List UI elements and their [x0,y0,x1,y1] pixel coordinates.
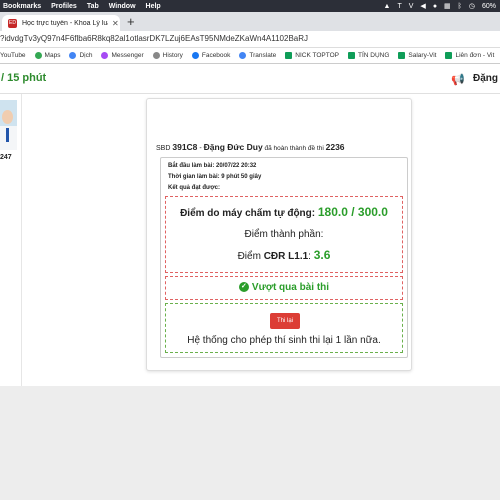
menu-help[interactable]: Help [146,3,161,10]
browser-tab[interactable]: ED Học trực tuyến - Khoa Lý luận ✕ [2,15,120,31]
megaphone-icon[interactable]: 📢 [451,73,465,86]
menu-bookmarks[interactable]: Bookmarks [3,3,41,10]
bookmark-label: Maps [44,52,61,59]
messenger-icon [101,52,109,59]
bookmark-salary-vit[interactable]: Salary-Vit [398,52,436,59]
address-bar[interactable]: ?idvdgTv3yQ97n4F6flba6R8kq82al1otlasrDK7… [0,31,500,48]
bookmark-youtube[interactable]: YouTube [0,52,26,59]
auto-score-value: 180.0 / 300.0 [317,205,388,219]
cdr-score-value: 3.6 [313,248,331,262]
sbd-label: SBD [156,145,171,152]
avatar [0,100,17,150]
bookmark-history[interactable]: History [152,52,183,59]
pass-text: Vượt qua bài thi [251,282,330,293]
bookmark-lien-don[interactable]: Liên đơn - Vit [445,52,494,59]
duration: Thời gian làm bài: 9 phút 50 giây [168,174,262,180]
sbd-value: 391C8 [172,142,198,152]
sheet-icon [347,52,355,59]
bookmark-messenger[interactable]: Messenger [101,52,144,59]
bookmark-facebook[interactable]: Facebook [191,52,231,59]
bookmark-label: NICK TOPTOP [295,52,339,59]
menu-tab[interactable]: Tab [87,3,99,10]
score-box: Điểm do máy chấm tự động: 180.0 / 300.0 … [165,196,403,273]
record-icon[interactable]: ● [433,3,437,10]
bookmarks-bar: YouTube Maps Dịch Messenger History Face… [0,48,500,64]
result-details: Bắt đầu làm bài: 20/07/22 20:32 Thời gia… [160,157,408,358]
bookmark-label: YouTube [0,52,26,59]
url-text[interactable]: ?idvdgTv3yQ97n4F6flba6R8kq82al1otlasrDK7… [0,34,308,43]
bookmark-dich[interactable]: Dịch [69,52,92,59]
browser-tabstrip: ED Học trực tuyến - Khoa Lý luận ✕ + [0,12,500,31]
check-circle-icon: ✓ [238,282,249,293]
text-icon[interactable]: T [397,3,401,10]
completed-text: đã hoàn thành đề thi [262,145,326,152]
cdr-label: CĐR L1.1 [263,251,309,262]
keyboard-icon[interactable]: ▦ [444,2,451,10]
macos-menubar: Bookmarks Profiles Tab Window Help ▲ T V… [0,0,500,12]
auto-score-label: Điểm do máy chấm tự động: [180,208,318,219]
bookmark-label: Translate [249,52,277,59]
vlc-icon[interactable]: ▲ [384,3,391,10]
bookmark-label: Messenger [111,52,144,59]
student-name: Đặng Đức Duy [203,142,263,152]
clock-icon[interactable]: ◷ [469,2,475,10]
pass-status: ✓ Vượt qua bài thi [165,276,403,300]
start-time: Bắt đầu làm bài: 20/07/22 20:32 [168,163,257,169]
bookmark-label: Salary-Vit [408,52,437,59]
cdr-score-line: Điểm CĐR L1.1: 3.6 [166,248,402,262]
sheet-icon [398,52,406,59]
bookmark-label: TÍN DỤNG [357,52,390,59]
main-content: 247 SBD 391C8 - Đặng Đức Duy đã hoàn thà… [0,94,500,386]
menu-window[interactable]: Window [109,3,136,10]
bookmark-label: History [162,52,183,59]
battery-percent[interactable]: 60% [482,3,496,10]
exam-timer: / 15 phút [1,72,47,84]
student-id: 247 [0,154,12,161]
retry-box: Thi lại Hệ thống cho phép thí sinh thi l… [165,303,403,353]
results-label: Kết quả đạt được: [168,185,220,191]
bookmark-translate[interactable]: Translate [239,52,276,59]
retry-message: Hệ thống cho phép thí sinh thi lại 1 lần… [187,335,381,346]
maps-icon [34,52,42,59]
v-icon[interactable]: V [409,3,414,10]
retry-button[interactable]: Thi lại [270,313,300,329]
site-favicon-icon: ED [8,18,17,28]
history-icon [152,52,160,59]
sheet-icon [285,52,293,59]
bluetooth-icon[interactable]: ᛒ [458,3,462,10]
new-tab-icon[interactable]: + [127,14,135,29]
menubar-status: ▲ T V ◀ ● ▦ ᛒ ◷ 60% [384,0,496,12]
bookmark-label: Liên đơn - Vit [455,52,495,59]
menu-profiles[interactable]: Profiles [51,3,77,10]
bookmark-nick-toptop[interactable]: NICK TOPTOP [285,52,339,59]
sheet-icon [445,52,453,59]
exam-id: 2236 [325,142,345,152]
bookmark-label: Dịch [79,52,93,59]
page-footer-area [0,386,500,500]
component-label: Điểm thành phần: [244,229,324,240]
tab-title: Học trực tuyến - Khoa Lý luận [22,19,108,27]
cdr-prefix: Điểm [237,251,264,262]
bookmark-maps[interactable]: Maps [34,52,61,59]
volume-icon[interactable]: ◀ [420,2,425,10]
bookmark-tin-dung[interactable]: TÍN DỤNG [347,52,390,59]
result-title: SBD 391C8 - Đặng Đức Duy đã hoàn thành đ… [156,142,345,152]
page-header: / 15 phút 📢 Đặng Đ [0,64,500,94]
sidebar: 247 [0,94,22,386]
user-name[interactable]: Đặng Đ [473,73,500,84]
result-card: SBD 391C8 - Đặng Đức Duy đã hoàn thành đ… [146,98,412,371]
auto-score-line: Điểm do máy chấm tự động: 180.0 / 300.0 [166,205,402,219]
facebook-icon [191,52,199,59]
bookmark-label: Facebook [201,52,231,59]
translate-icon [69,52,77,59]
close-tab-icon[interactable]: ✕ [112,19,119,28]
google-translate-icon [239,52,247,59]
